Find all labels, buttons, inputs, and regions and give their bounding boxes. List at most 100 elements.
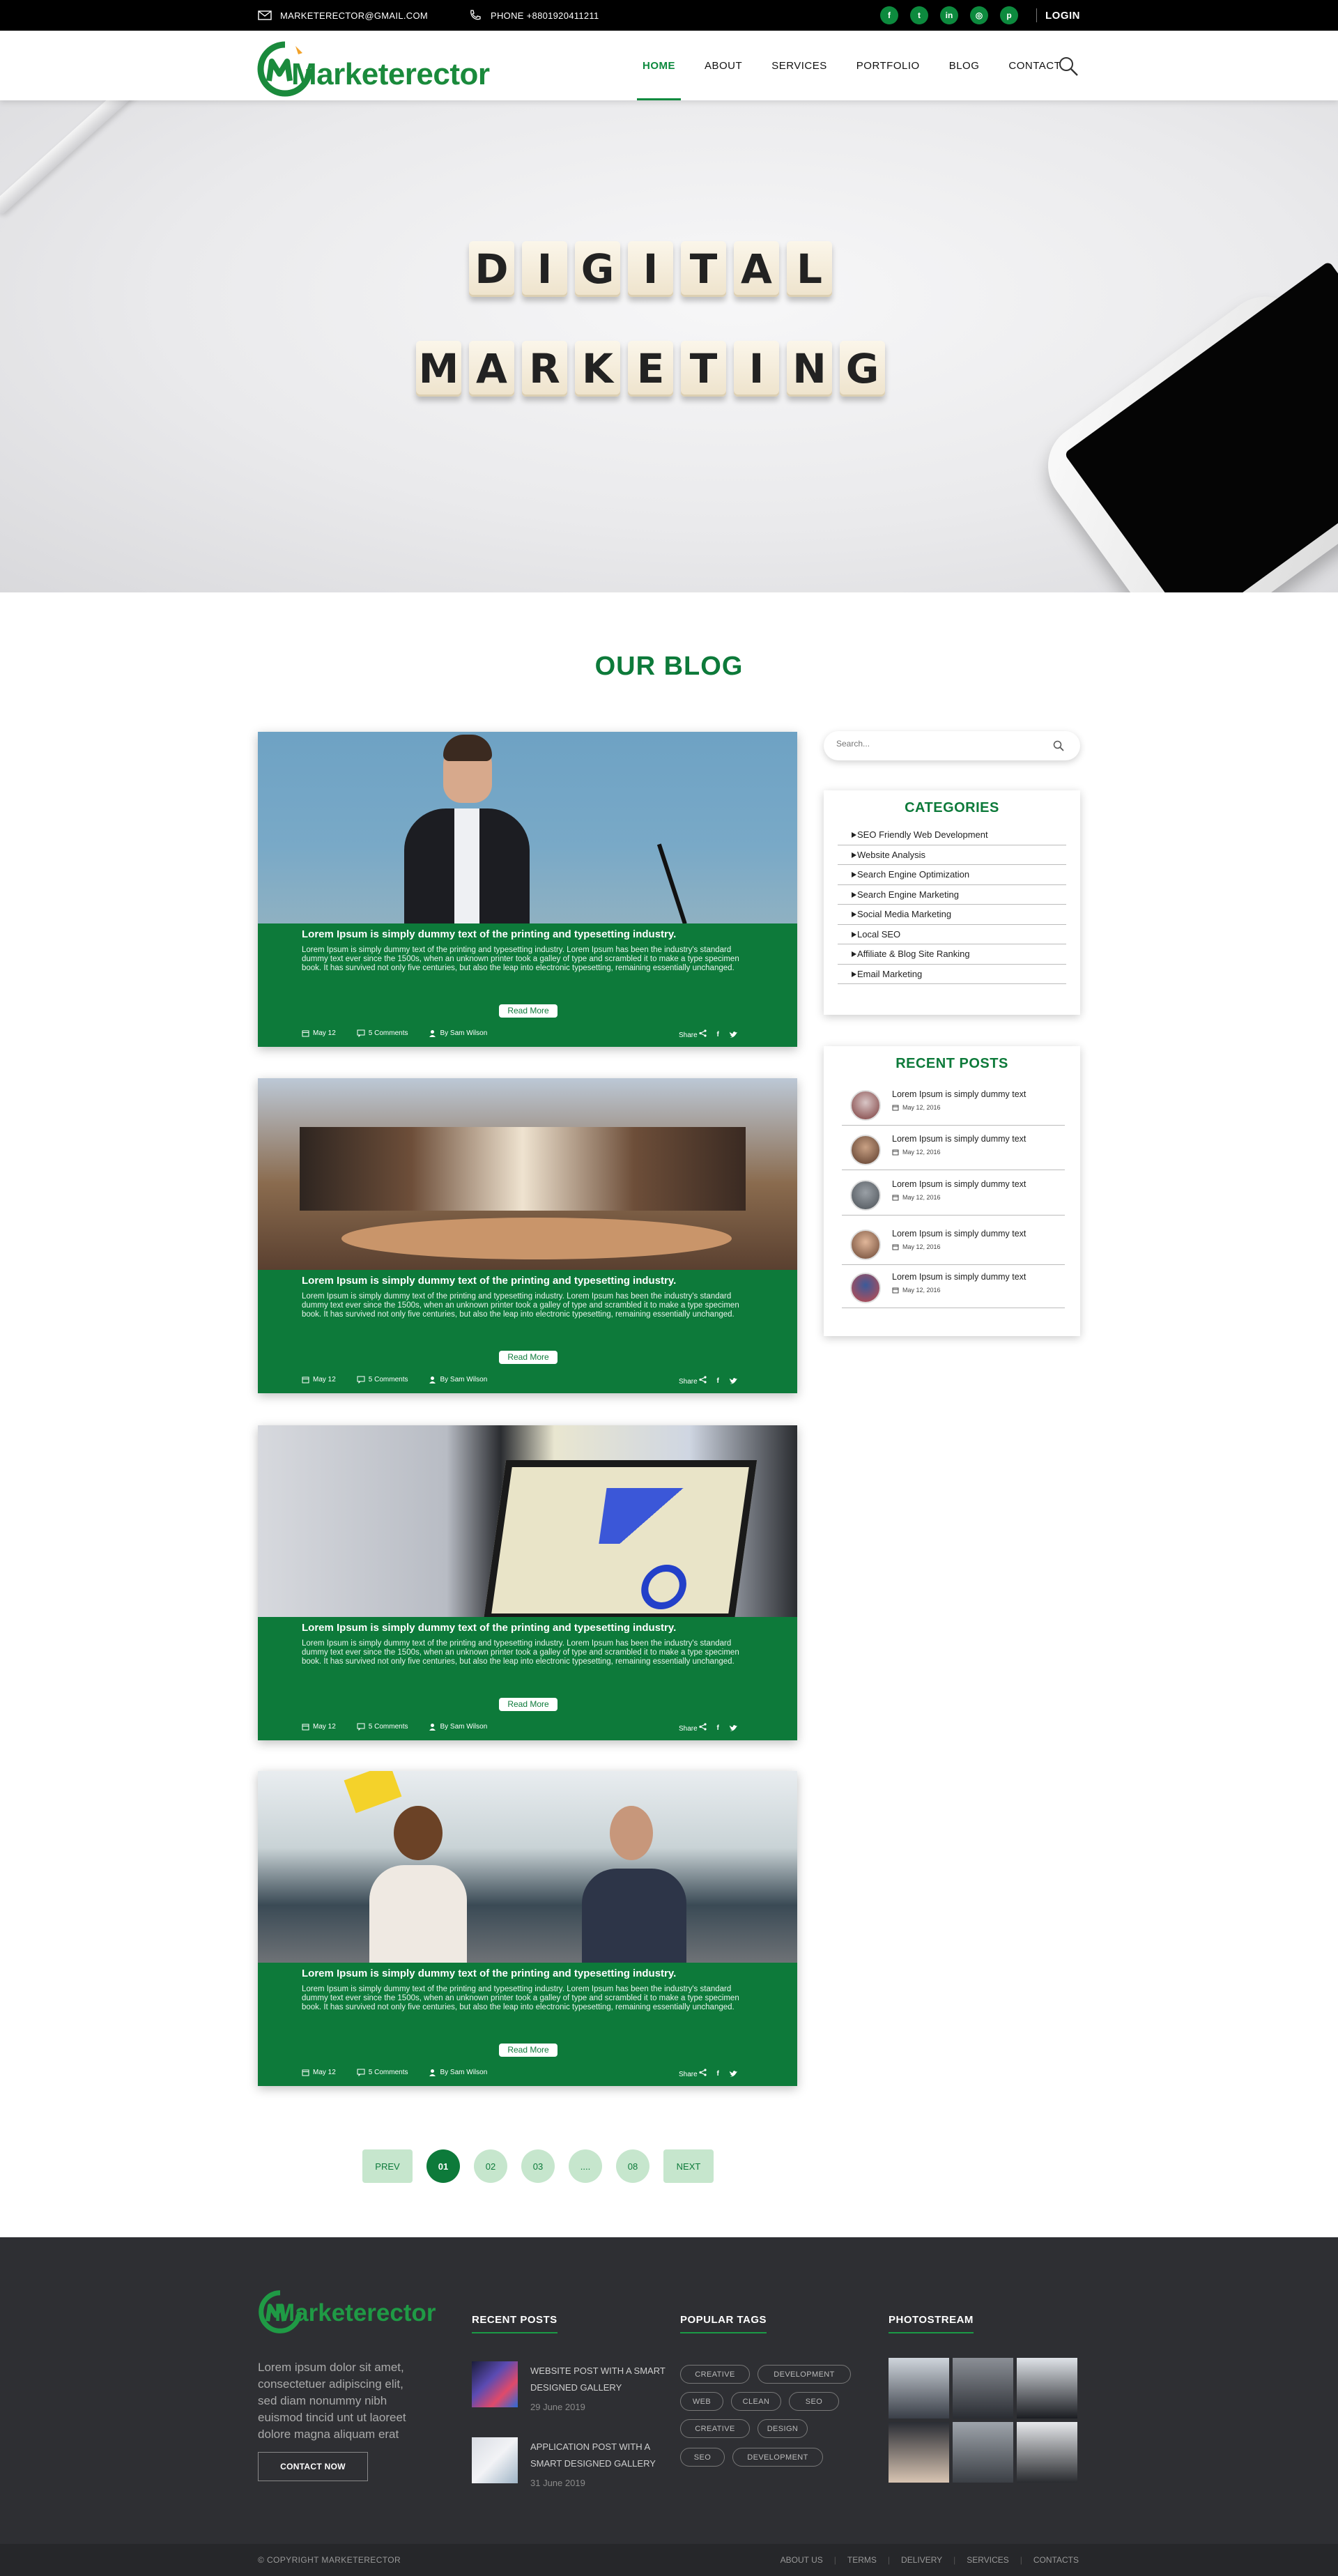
facebook-icon[interactable]: f [716, 2070, 718, 2078]
footer-link-services[interactable]: SERVICES [967, 2544, 1008, 2576]
tag-pill[interactable]: CREATIVE [680, 2365, 750, 2384]
search-icon[interactable] [1058, 56, 1079, 77]
linkedin-icon[interactable]: in [940, 6, 958, 24]
read-more-button[interactable]: Read More [499, 1698, 558, 1711]
read-more-button[interactable]: Read More [499, 1351, 558, 1364]
pinterest-icon[interactable]: p [1000, 6, 1018, 24]
category-item[interactable]: Search Engine Marketing [838, 885, 1066, 905]
category-item[interactable]: Affiliate & Blog Site Ranking [838, 944, 1066, 965]
category-item[interactable]: Search Engine Optimization [838, 865, 1066, 885]
photostream-photo[interactable] [1017, 2422, 1077, 2483]
facebook-icon[interactable]: f [880, 6, 898, 24]
blog-card-image[interactable] [258, 732, 797, 923]
footer-link-delivery[interactable]: DELIVERY [901, 2544, 942, 2576]
nav-about[interactable]: ABOUT [705, 31, 742, 100]
login-link[interactable]: LOGIN [1045, 0, 1080, 31]
nav-contact[interactable]: CONTACT [1008, 31, 1061, 100]
photostream-photo[interactable] [889, 2358, 949, 2418]
category-item[interactable]: Email Marketing [838, 965, 1066, 984]
footer-link-terms[interactable]: TERMS [847, 2544, 877, 2576]
post-comments[interactable]: 5 Comments [357, 2069, 408, 2076]
tag-pill[interactable]: CLEAN [731, 2392, 781, 2411]
photostream-photo[interactable] [1017, 2358, 1077, 2418]
tag-pill[interactable]: WEB [680, 2392, 723, 2411]
page-01[interactable]: 01 [426, 2149, 460, 2183]
post-comments[interactable]: 5 Comments [357, 1376, 408, 1383]
tag-pill[interactable]: DEVELOPMENT [732, 2448, 823, 2467]
letter-tile: D [469, 241, 514, 297]
footer-post[interactable]: WEBSITE POST WITH A SMART DESIGNED GALLE… [472, 2361, 666, 2417]
page-03[interactable]: 03 [521, 2149, 555, 2183]
blog-card-title[interactable]: Lorem Ipsum is simply dummy text of the … [302, 928, 676, 940]
footer-logo[interactable]: Marketerector [258, 2290, 439, 2338]
recent-post-item[interactable]: Lorem Ipsum is simply dummy text May 12,… [842, 1082, 1065, 1126]
search-icon[interactable] [1053, 740, 1064, 751]
next-button[interactable]: NEXT [663, 2149, 714, 2183]
facebook-icon[interactable]: f [716, 1031, 718, 1038]
nav-services[interactable]: SERVICES [771, 31, 827, 100]
contact-now-button[interactable]: CONTACT NOW [258, 2452, 368, 2481]
post-author[interactable]: By Sam Wilson [429, 1029, 487, 1037]
blog-card-image[interactable] [258, 1078, 797, 1270]
twitter-icon[interactable] [729, 1724, 738, 1732]
twitter-icon[interactable] [729, 1377, 738, 1385]
recent-post-item[interactable]: Lorem Ipsum is simply dummy text May 12,… [842, 1126, 1065, 1170]
share-label: Share [679, 1029, 707, 1039]
tag-pill[interactable]: SEO [789, 2392, 839, 2411]
read-more-button[interactable]: Read More [499, 2044, 558, 2057]
photostream-photo[interactable] [889, 2422, 949, 2483]
sidebar-search-input[interactable] [836, 739, 1031, 749]
twitter-icon[interactable] [729, 2070, 738, 2078]
recent-post-title[interactable]: Lorem Ipsum is simply dummy text [892, 1134, 1026, 1144]
photostream-photo[interactable] [953, 2422, 1013, 2483]
tag-pill[interactable]: DEVELOPMENT [758, 2365, 851, 2384]
blog-card-image[interactable] [258, 1425, 797, 1617]
post-comments[interactable]: 5 Comments [357, 1029, 408, 1037]
post-author[interactable]: By Sam Wilson [429, 1723, 487, 1731]
post-comments[interactable]: 5 Comments [357, 1723, 408, 1731]
blog-card-title[interactable]: Lorem Ipsum is simply dummy text of the … [302, 1275, 676, 1287]
instagram-icon[interactable]: ◎ [970, 6, 988, 24]
brand-logo[interactable]: Marketerector [256, 38, 490, 97]
facebook-icon[interactable]: f [716, 1724, 718, 1732]
tag-pill[interactable]: CREATIVE [680, 2419, 750, 2438]
twitter-icon[interactable]: t [910, 6, 928, 24]
recent-post-item[interactable]: Lorem Ipsum is simply dummy text May 12,… [842, 1264, 1065, 1308]
recent-post-title[interactable]: Lorem Ipsum is simply dummy text [892, 1229, 1026, 1239]
category-item[interactable]: Social Media Marketing [838, 905, 1066, 925]
prev-button[interactable]: PREV [362, 2149, 413, 2183]
nav-blog[interactable]: BLOG [949, 31, 980, 100]
page-02[interactable]: 02 [474, 2149, 507, 2183]
photostream-photo[interactable] [953, 2358, 1013, 2418]
recent-post-item[interactable]: Lorem Ipsum is simply dummy text May 12,… [842, 1221, 1065, 1265]
recent-post-title[interactable]: Lorem Ipsum is simply dummy text [892, 1089, 1026, 1099]
footer-link-contacts[interactable]: CONTACTS [1033, 2544, 1079, 2576]
category-item[interactable]: Website Analysis [838, 845, 1066, 865]
footer-link-about[interactable]: ABOUT US [780, 2544, 823, 2576]
post-author[interactable]: By Sam Wilson [429, 1376, 487, 1383]
nav-portfolio[interactable]: PORTFOLIO [856, 31, 920, 100]
read-more-button[interactable]: Read More [499, 1004, 558, 1018]
recent-post-title[interactable]: Lorem Ipsum is simply dummy text [892, 1272, 1026, 1282]
facebook-icon[interactable]: f [716, 1377, 718, 1385]
recent-post-title[interactable]: Lorem Ipsum is simply dummy text [892, 1179, 1026, 1189]
blog-card-title[interactable]: Lorem Ipsum is simply dummy text of the … [302, 1622, 676, 1634]
nav-home[interactable]: HOME [637, 31, 681, 100]
category-item[interactable]: SEO Friendly Web Development [838, 825, 1066, 845]
recent-post-item[interactable]: Lorem Ipsum is simply dummy text May 12,… [842, 1172, 1065, 1216]
footer-post[interactable]: APPLICATION POST WITH A SMART DESIGNED G… [472, 2437, 660, 2493]
blog-card-title[interactable]: Lorem Ipsum is simply dummy text of the … [302, 1968, 676, 1979]
post-author[interactable]: By Sam Wilson [429, 2069, 487, 2076]
copyright-bar: © COPYRIGHT MARKETERECTOR ABOUT US | TERM… [0, 2544, 1338, 2576]
top-phone[interactable]: PHONE +8801920411211 [491, 10, 599, 21]
letter-tile: I [522, 241, 567, 297]
tag-pill[interactable]: DESIGN [758, 2419, 808, 2438]
tag-pill[interactable]: SEO [680, 2448, 725, 2467]
top-email[interactable]: MARKETERECTOR@GMAIL.COM [280, 10, 428, 21]
blog-card-image[interactable] [258, 1771, 797, 1963]
calendar-icon [892, 1287, 899, 1294]
category-item[interactable]: Local SEO [838, 925, 1066, 944]
recent-post-thumbnail [850, 1229, 881, 1260]
page-08[interactable]: 08 [616, 2149, 649, 2183]
twitter-icon[interactable] [729, 1031, 738, 1038]
